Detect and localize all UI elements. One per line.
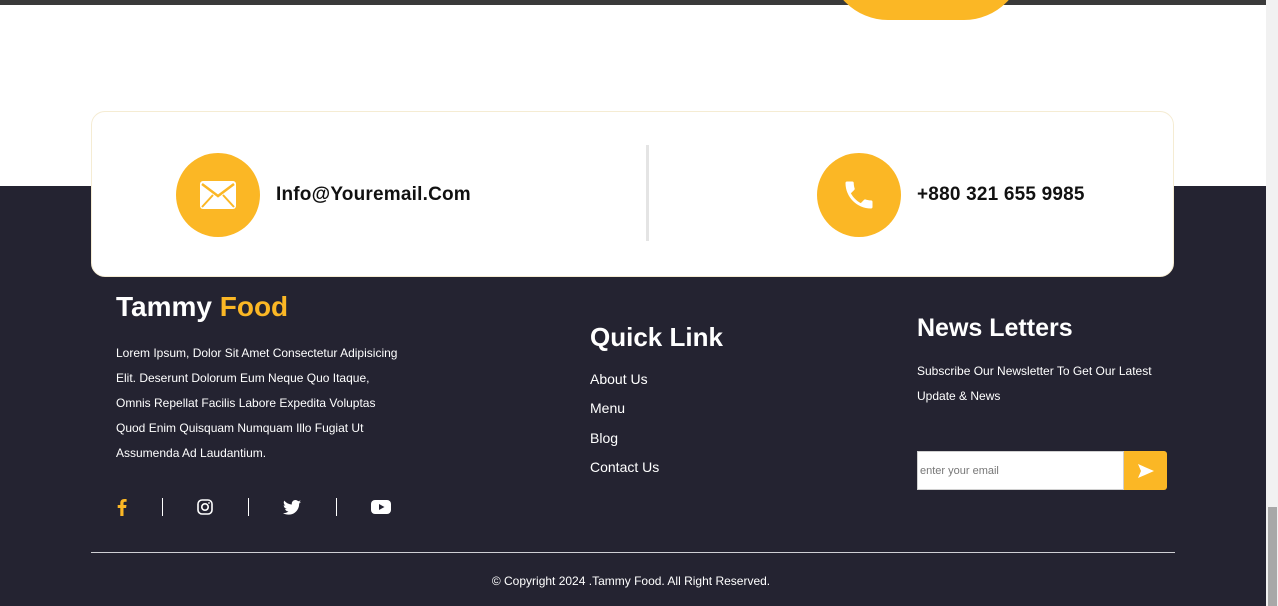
send-icon (1137, 463, 1154, 478)
contact-card: Info@Youremail.Com +880 321 655 9985 (91, 111, 1174, 277)
newsletter-title: News Letters (917, 314, 1073, 342)
social-separator (162, 498, 163, 516)
social-separator (248, 498, 249, 516)
quick-link-blog[interactable]: Blog (590, 430, 618, 446)
brand-description: Lorem Ipsum, Dolor Sit Amet Consectetur … (116, 346, 398, 460)
quick-link-title: Quick Link (590, 322, 723, 352)
page-scrollbar-thumb[interactable] (1268, 507, 1277, 606)
footer-brand[interactable]: Tammy Food (116, 291, 288, 323)
brand-name-accent: Food (219, 291, 289, 322)
newsletter-description: Subscribe Our Newsletter To Get Our Late… (917, 364, 1152, 403)
instagram-link[interactable] (195, 496, 215, 518)
phone-number[interactable]: +880 321 655 9985 (917, 184, 1085, 206)
twitter-icon (283, 499, 301, 515)
phone-icon-circle (817, 153, 901, 237)
envelope-icon (200, 181, 236, 209)
email-icon-circle (176, 153, 260, 237)
facebook-link[interactable] (112, 496, 132, 518)
youtube-icon (371, 500, 391, 514)
quick-link-menu[interactable]: Menu (590, 400, 625, 416)
instagram-icon (197, 499, 213, 515)
contact-divider (646, 145, 649, 241)
brand-name-primary: Tammy (116, 291, 212, 322)
quick-link-contact-us[interactable]: Contact Us (590, 459, 659, 475)
newsletter-submit-button[interactable] (1124, 451, 1167, 490)
social-separator (336, 498, 337, 516)
newsletter-email-input[interactable] (917, 451, 1124, 490)
youtube-link[interactable] (371, 496, 391, 518)
quick-link-about-us[interactable]: About Us (590, 371, 648, 387)
twitter-link[interactable] (282, 496, 302, 518)
phone-icon (845, 181, 873, 209)
copyright-text: © Copyright 2024 .Tammy Food. All Right … (491, 574, 771, 588)
footer-divider (91, 552, 1175, 553)
decorative-yellow-shape (828, 0, 1024, 20)
facebook-icon (117, 499, 127, 516)
email-address[interactable]: Info@Youremail.Com (276, 184, 471, 206)
top-edge-bar (0, 0, 1266, 5)
